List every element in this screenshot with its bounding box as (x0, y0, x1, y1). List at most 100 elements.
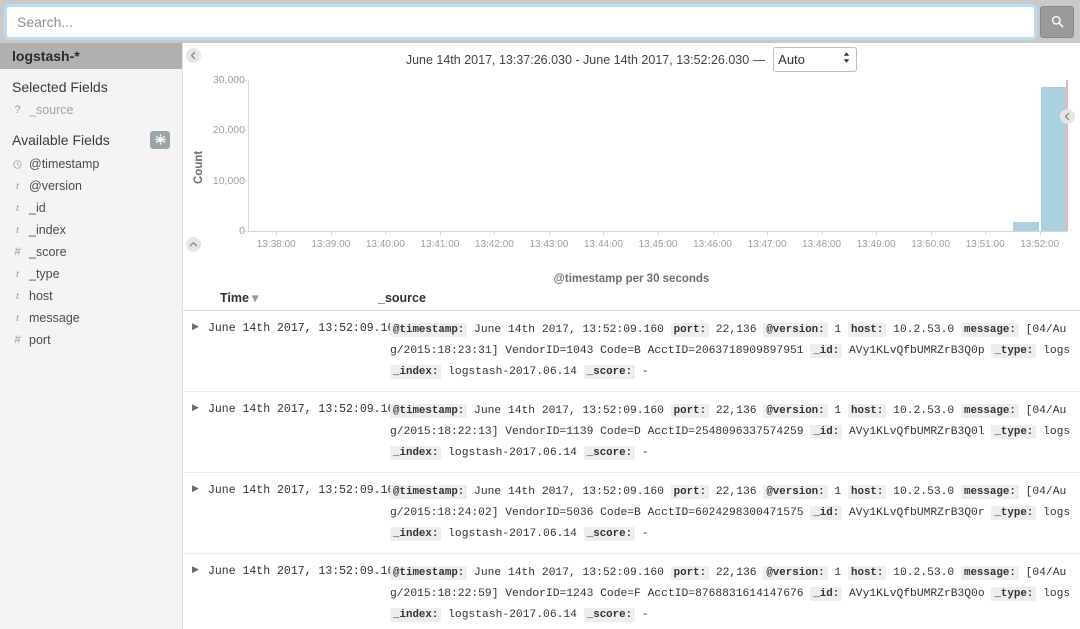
selected-fields-list: ? _source (0, 99, 182, 121)
caret-right-icon[interactable]: ▶ (192, 403, 199, 464)
field-type-date-icon (12, 160, 23, 169)
column-header-time[interactable]: Time▾ (183, 290, 378, 305)
source-field-value: 1 (828, 324, 848, 336)
chart-y-tick: 30,000 (189, 74, 245, 86)
field-item-type[interactable]: t _type (0, 263, 182, 285)
source-field-key: _index: (390, 446, 441, 460)
available-fields-header: Available Fields (0, 121, 182, 153)
source-field-key: _type: (991, 425, 1036, 439)
chart-y-axis-ticks: 010,00020,00030,000 (183, 71, 245, 231)
field-item-message[interactable]: t message (0, 307, 182, 329)
table-body: ▶June 14th 2017, 13:52:09.160@timestamp:… (183, 311, 1080, 629)
chart-x-tick: 13:39:00 (311, 239, 350, 250)
source-field-key: port: (671, 323, 709, 337)
chart-y-tick-mark (242, 130, 247, 131)
chart-x-tick-mark (985, 231, 986, 235)
source-field-key: host: (848, 485, 886, 499)
field-name: message (29, 311, 80, 325)
expand-row-cell: ▶ (183, 320, 208, 383)
source-field-key: @version: (763, 566, 827, 580)
source-field-value: 1 (828, 567, 848, 579)
search-input[interactable] (6, 6, 1035, 38)
field-type-string-icon: t (12, 291, 23, 302)
interval-select-wrapper: Auto (773, 47, 857, 72)
source-field-value: logstash-2017.06.14 (441, 528, 583, 540)
collapse-chart-right-button[interactable] (1060, 109, 1075, 124)
chart-x-tick-mark (331, 231, 332, 235)
chart-bar[interactable] (1041, 87, 1066, 231)
index-pattern-selector[interactable]: logstash-* (0, 43, 182, 69)
source-field-key: _score: (584, 365, 635, 379)
source-field-value: AVy1KLvQfbUMRZrB3Q0p (842, 345, 991, 357)
caret-right-icon[interactable]: ▶ (192, 322, 199, 383)
chart-header: June 14th 2017, 13:37:26.030 - June 14th… (183, 43, 1080, 71)
source-field-value: - (635, 528, 649, 540)
chart-x-tick-mark (385, 231, 386, 235)
source-field-value: logs (1036, 588, 1070, 600)
source-field-value: June 14th 2017, 13:52:09.160 (467, 567, 670, 579)
histogram-chart[interactable]: Count 010,00020,00030,000 13:38:0013:39:… (183, 71, 1080, 271)
chart-y-tick: 10,000 (189, 175, 245, 187)
field-item-version[interactable]: t @version (0, 175, 182, 197)
selected-fields-header: Selected Fields (0, 69, 182, 99)
chart-x-tick-mark (822, 231, 823, 235)
chart-x-tick-mark (658, 231, 659, 235)
cell-time: June 14th 2017, 13:52:09.160 (208, 401, 390, 464)
source-field-value: - (635, 366, 649, 378)
source-field-value: 10.2.53.0 (886, 567, 961, 579)
chart-x-tick: 13:48:00 (802, 239, 841, 250)
source-field-value: logstash-2017.06.14 (441, 447, 583, 459)
column-header-source[interactable]: _source (378, 291, 1080, 305)
document-table: Time▾ _source ▶June 14th 2017, 13:52:09.… (183, 281, 1080, 629)
search-submit-button[interactable] (1040, 6, 1074, 38)
field-item-host[interactable]: t host (0, 285, 182, 307)
source-field-value: 22,136 (709, 405, 763, 417)
field-item-index[interactable]: t _index (0, 219, 182, 241)
index-pattern-label: logstash-* (12, 48, 80, 64)
chart-y-axis-line (248, 80, 249, 231)
source-field-value: June 14th 2017, 13:52:09.160 (467, 324, 670, 336)
available-fields-title: Available Fields (12, 132, 110, 148)
source-field-key: @version: (763, 404, 827, 418)
caret-right-icon[interactable]: ▶ (192, 565, 199, 626)
chart-x-tick: 13:49:00 (857, 239, 896, 250)
field-item-_source[interactable]: ? _source (0, 99, 182, 121)
sidebar: logstash-* Selected Fields ? _source Ava… (0, 43, 183, 629)
field-name: _score (29, 245, 67, 259)
chart-y-tick-mark (242, 181, 247, 182)
chart-x-tick-mark (549, 231, 550, 235)
table-row[interactable]: ▶ June 14th 2017, 13:52:09.160@timestamp:… (183, 554, 1080, 629)
source-field-value: 1 (828, 486, 848, 498)
chart-x-tick-mark (931, 231, 932, 235)
source-field-value: logs (1036, 426, 1070, 438)
source-field-key: _id: (810, 344, 842, 358)
interval-select[interactable]: Auto (773, 47, 857, 72)
table-row[interactable]: ▶June 14th 2017, 13:52:09.160@timestamp:… (183, 473, 1080, 554)
source-field-key: @timestamp: (390, 566, 467, 580)
source-field-value: logs (1036, 507, 1070, 519)
chevron-up-icon (189, 240, 198, 249)
source-field-value: 10.2.53.0 (886, 486, 961, 498)
chart-x-tick: 13:47:00 (748, 239, 787, 250)
source-field-key: _type: (991, 587, 1036, 601)
table-row[interactable]: ▶June 14th 2017, 13:52:09.160@timestamp:… (183, 392, 1080, 473)
field-item-port[interactable]: # port (0, 329, 182, 351)
table-row[interactable]: ▶June 14th 2017, 13:52:09.160@timestamp:… (183, 311, 1080, 392)
source-field-value: logstash-2017.06.14 (441, 609, 583, 621)
field-item-score[interactable]: # _score (0, 241, 182, 263)
expand-chart-button[interactable] (186, 237, 201, 252)
field-settings-button[interactable] (150, 131, 170, 149)
chart-bar[interactable] (1013, 222, 1038, 231)
field-item-timestamp[interactable]: @timestamp (0, 153, 182, 175)
field-name: port (29, 333, 51, 347)
search-icon (1051, 15, 1064, 28)
time-range-label: June 14th 2017, 13:37:26.030 - June 14th… (406, 53, 765, 67)
column-header-source-label: _source (378, 291, 426, 305)
field-item-id[interactable]: t _id (0, 197, 182, 219)
caret-down-icon: ▾ (252, 290, 258, 305)
field-type-string-icon: t (12, 203, 23, 214)
caret-right-icon[interactable]: ▶ (192, 484, 199, 545)
source-field-key: @timestamp: (390, 404, 467, 418)
source-field-key: @version: (763, 323, 827, 337)
chart-x-tick: 13:42:00 (475, 239, 514, 250)
